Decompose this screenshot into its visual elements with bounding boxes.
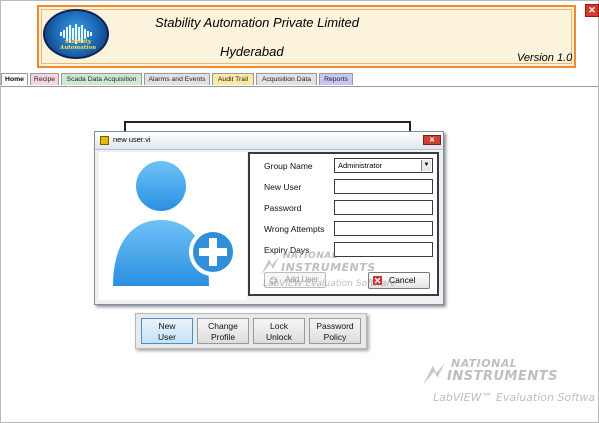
change-profile-button[interactable]: Change Profile — [197, 318, 249, 344]
wrong-attempts-label: Wrong Attempts — [264, 224, 325, 234]
ni-watermark-bottom: NATIONAL INSTRUMENTS LabVIEW™ Evaluation… — [421, 355, 599, 415]
ni-eagle-logo — [261, 257, 279, 275]
user-add-avatar — [113, 161, 237, 286]
new-user-input[interactable] — [334, 179, 433, 194]
password-policy-button[interactable]: Password Policy — [309, 318, 361, 344]
user-actions-toolbar: New User Change Profile Lock Unlock Passwor… — [135, 313, 367, 349]
dialog-titlebar[interactable]: new user.vi ✕ — [95, 132, 443, 150]
group-name-select[interactable]: Administrator ▼ — [334, 158, 433, 173]
tab-alarms-and-events[interactable]: Alarms and Events — [144, 73, 210, 85]
company-name: Stability Automation Private Limited — [155, 15, 360, 30]
group-name-label: Group Name — [264, 161, 313, 171]
group-name-value: Administrator — [338, 161, 383, 170]
ni-watermark: NATIONAL INSTRUMENTS LabVIEW Evaluation … — [259, 249, 439, 303]
lock-unlock-button[interactable]: Lock Unlock — [253, 318, 305, 344]
application-window: Stability Automation Stability Automatio… — [0, 0, 599, 423]
tab-divider — [1, 86, 598, 87]
tab-audit-trail[interactable]: Audit Trail — [212, 73, 254, 85]
password-label: Password — [264, 203, 302, 213]
ni-eagle-logo — [423, 363, 445, 385]
tab-scada-data-acquisition[interactable]: Scada Data Acquisition — [61, 73, 142, 85]
city-name: Hyderabad — [220, 44, 284, 59]
tab-acquisition-data[interactable]: Acquisition Data — [256, 73, 317, 85]
wrong-attempts-input[interactable] — [334, 221, 433, 236]
chevron-down-icon[interactable]: ▼ — [421, 160, 431, 171]
new-user-label: New User — [264, 182, 302, 192]
dialog-close-button[interactable]: ✕ — [423, 135, 441, 145]
dialog-title: new user.vi — [113, 135, 151, 144]
tab-recipe[interactable]: Recipe — [30, 73, 59, 85]
avatar-panel — [99, 152, 247, 300]
company-logo: Stability Automation — [43, 9, 109, 59]
header-banner: Stability Automation Stability Automatio… — [37, 5, 576, 68]
version-label: Version 1.0 — [517, 52, 573, 64]
tab-home[interactable]: Home — [1, 73, 28, 85]
close-icon: ✕ — [588, 5, 596, 15]
tab-reports[interactable]: Reports — [319, 73, 353, 85]
password-input[interactable] — [334, 200, 433, 215]
window-close-button[interactable]: ✕ — [585, 4, 599, 17]
labview-vi-icon — [100, 136, 109, 145]
logo-text: Stability Automation — [59, 39, 97, 51]
new-user-button[interactable]: New User — [141, 318, 193, 344]
close-icon: ✕ — [429, 137, 435, 144]
